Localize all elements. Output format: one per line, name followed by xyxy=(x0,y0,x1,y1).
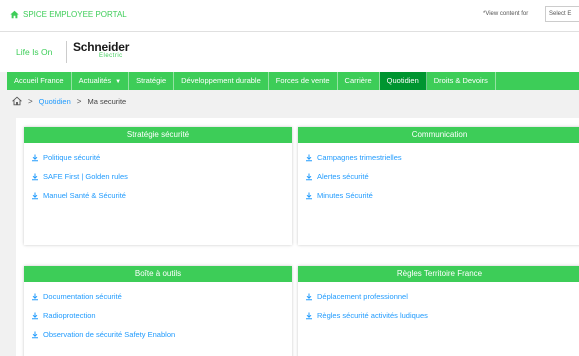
chevron-down-icon: ▼ xyxy=(115,79,122,85)
card-title: Boîte à outils xyxy=(24,266,292,282)
download-icon xyxy=(306,293,312,300)
home-icon[interactable] xyxy=(12,96,22,106)
link-label: Radioprotection xyxy=(43,311,96,320)
nav-item-quotidien[interactable]: Quotidien xyxy=(379,72,427,90)
nav-item-developpement-durable[interactable]: Développement durable xyxy=(174,72,269,90)
card-title: Règles Territoire France xyxy=(298,266,579,282)
download-icon xyxy=(32,331,38,338)
link-label: Politique sécurité xyxy=(43,153,101,162)
download-icon xyxy=(306,154,312,161)
download-icon xyxy=(306,312,312,319)
card-regles-territoire-france: Règles Territoire France Déplacement pro… xyxy=(298,266,579,356)
schneider-electric-logo[interactable]: Schneider Electric xyxy=(73,41,129,59)
nav-item-label: Droits & Devoirs xyxy=(433,76,488,85)
link-label: Règles sécurité activités ludiques xyxy=(317,311,428,320)
link-campagnes-trimestrielles[interactable]: Campagnes trimestrielles xyxy=(305,148,574,167)
nav-item-forces-de-vente[interactable]: Forces de vente xyxy=(269,72,338,90)
nav-item-label: Accueil France xyxy=(14,76,64,85)
chevron-right-icon: > xyxy=(28,96,33,106)
life-is-on-tagline: Life Is On xyxy=(16,47,53,57)
nav-item-label: Développement durable xyxy=(181,76,261,85)
download-icon xyxy=(306,173,312,180)
top-bar: SPICE EMPLOYEE PORTAL *View content for … xyxy=(0,0,579,32)
nav-item-strategie[interactable]: Stratégie xyxy=(129,72,175,90)
download-icon xyxy=(32,293,38,300)
chevron-right-icon: > xyxy=(76,96,82,106)
link-label: Observation de sécurité Safety Enablon xyxy=(43,330,176,339)
portal-title-link[interactable]: SPICE EMPLOYEE PORTAL xyxy=(10,10,127,19)
nav-item-label: Quotidien xyxy=(386,76,419,85)
download-icon xyxy=(32,192,38,199)
breadcrumb-link-quotidien[interactable]: Quotidien xyxy=(39,97,71,106)
nav-item-label: Stratégie xyxy=(136,76,167,85)
link-label: Manuel Santé & Sécurité xyxy=(43,191,126,200)
breadcrumb: > Quotidien > Ma securite xyxy=(12,96,126,106)
nav-item-label: Carrière xyxy=(344,76,372,85)
link-minutes-securite[interactable]: Minutes Sécurité xyxy=(305,186,574,205)
link-radioprotection[interactable]: Radioprotection xyxy=(31,306,285,325)
link-label: SAFE First | Golden rules xyxy=(43,172,128,181)
nav-item-droits-devoirs[interactable]: Droits & Devoirs xyxy=(427,72,496,90)
link-regles-securite-activites-ludiques[interactable]: Règles sécurité activités ludiques xyxy=(305,306,574,325)
link-deplacement-professionnel[interactable]: Déplacement professionnel xyxy=(305,287,574,306)
brand-divider xyxy=(66,41,67,63)
nav-item-accueil-france[interactable]: Accueil France xyxy=(7,72,72,90)
nav-item-carriere[interactable]: Carrière xyxy=(338,72,380,90)
nav-item-actualites[interactable]: Actualités ▼ xyxy=(72,72,130,90)
card-title: Communication xyxy=(298,127,579,143)
nav-item-label: Actualités xyxy=(78,76,112,85)
card-title: Stratégie sécurité xyxy=(24,127,292,143)
link-label: Alertes sécurité xyxy=(317,172,369,181)
download-icon xyxy=(32,154,38,161)
download-icon xyxy=(32,173,38,180)
link-observation-securite-safety-enablon[interactable]: Observation de sécurité Safety Enablon xyxy=(31,325,285,344)
card-boite-a-outils: Boîte à outils Documentation sécurité Ra… xyxy=(24,266,292,356)
link-politique-securite[interactable]: Politique sécurité xyxy=(31,148,285,167)
nav-item-label: Forces de vente xyxy=(275,76,330,85)
download-icon xyxy=(306,192,312,199)
view-content-label: *View content for xyxy=(483,11,529,17)
link-documentation-securite[interactable]: Documentation sécurité xyxy=(31,287,285,306)
breadcrumb-current-page: Ma securite xyxy=(87,96,127,106)
link-alertes-securite[interactable]: Alertes sécurité xyxy=(305,167,574,186)
brand-bar: Life Is On Schneider Electric xyxy=(0,32,579,72)
link-label: Documentation sécurité xyxy=(43,292,122,301)
home-icon xyxy=(10,10,19,19)
logo-name: Schneider xyxy=(73,40,130,54)
link-label: Déplacement professionnel xyxy=(317,292,408,301)
main-nav: Accueil France Actualités ▼ Stratégie Dév… xyxy=(7,72,579,90)
link-safe-first-golden-rules[interactable]: SAFE First | Golden rules xyxy=(31,167,285,186)
link-label: Campagnes trimestrielles xyxy=(317,153,402,162)
portal-title: SPICE EMPLOYEE PORTAL xyxy=(23,10,127,19)
view-content-select[interactable]: Select E xyxy=(545,6,579,22)
card-communication: Communication Campagnes trimestrielles A… xyxy=(298,127,579,245)
link-label: Minutes Sécurité xyxy=(317,191,373,200)
link-manuel-sante-securite[interactable]: Manuel Santé & Sécurité xyxy=(31,186,285,205)
download-icon xyxy=(32,312,38,319)
card-strategie-securite: Stratégie sécurité Politique sécurité SA… xyxy=(24,127,292,245)
